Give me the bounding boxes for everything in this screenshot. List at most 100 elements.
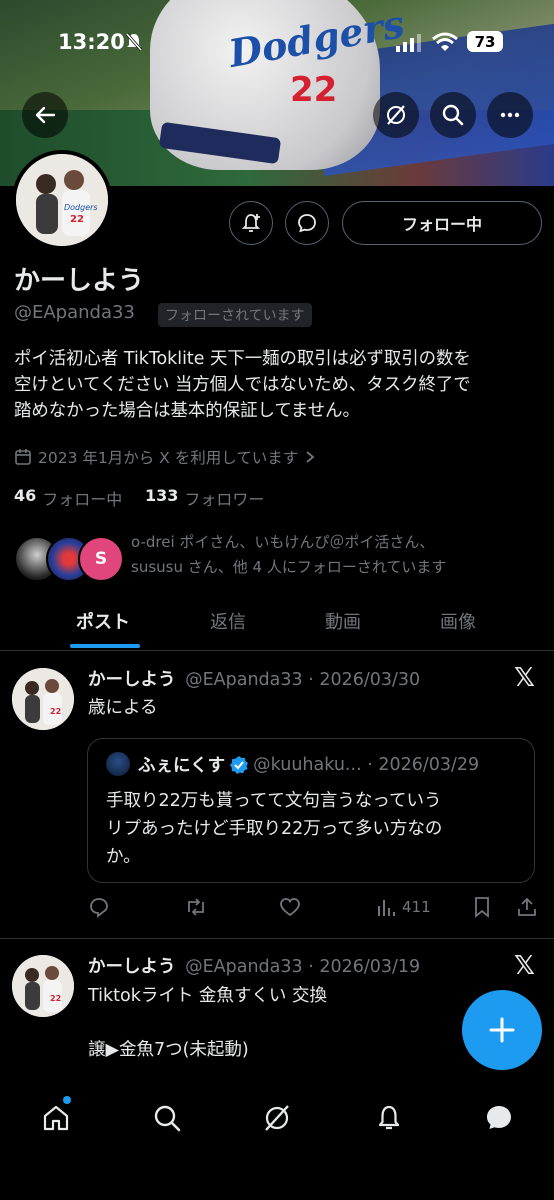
grok-button[interactable] <box>373 92 419 138</box>
grok-icon <box>265 1105 289 1131</box>
post-author-name: かーしよう <box>88 670 176 690</box>
arrow-left-icon <box>35 106 56 124</box>
following-count: 46 <box>14 486 37 505</box>
share-icon <box>518 897 536 916</box>
status-time: 13:20 <box>58 30 125 54</box>
quoted-text-line: リプあったけど手取り22万って多い方なの <box>106 819 443 839</box>
repost-icon <box>188 898 204 916</box>
post-divider <box>0 938 554 939</box>
handle: @EApanda33 <box>14 302 135 323</box>
back-button[interactable] <box>22 92 68 138</box>
post-text: Tiktokライト 金魚すくい 交換 <box>88 986 327 1006</box>
joined-date: 2023 年1月から X を利用しています <box>38 449 299 467</box>
followers-count: 133 <box>145 486 179 505</box>
quoted-author-name: ふぇにくす <box>138 756 226 776</box>
tab-replies[interactable]: 返信 <box>210 608 246 634</box>
svg-text:22: 22 <box>50 707 61 716</box>
message-button[interactable] <box>285 201 329 245</box>
following-button-label: フォロー中 <box>401 215 482 234</box>
followers-count-link[interactable]: 133 フォロワー <box>145 486 264 510</box>
plus-icon <box>489 1017 515 1043</box>
post-handle-date: @EApanda33 · 2026/03/19 <box>185 957 421 977</box>
active-tab-indicator <box>70 644 140 648</box>
nav-messages[interactable] <box>479 1098 519 1138</box>
post-author-name: かーしよう <box>88 957 176 977</box>
svg-text:22: 22 <box>50 994 61 1003</box>
search-icon <box>154 1105 181 1132</box>
following-count-link[interactable]: 46 フォロー中 <box>14 486 122 510</box>
wifi-icon <box>432 32 458 51</box>
repost-button[interactable] <box>184 896 208 918</box>
x-logo-icon: 𝕏 <box>514 663 535 693</box>
more-button[interactable] <box>487 92 533 138</box>
mutual-line: o-drei ポイさん、いもけんぴ＠ポイ活さん、 <box>131 533 435 551</box>
display-name: かーしよう <box>14 266 145 296</box>
messages-icon <box>487 1106 511 1129</box>
post-header: かーしよう @EApanda33 · 2026/03/30 <box>88 666 420 691</box>
quoted-text-line: 手取り22万も貰ってて文句言うなっていう <box>106 791 442 811</box>
reply-button[interactable] <box>88 896 110 918</box>
views-count: 411 <box>402 898 431 916</box>
mutual-avatar: S <box>78 536 124 582</box>
nav-search[interactable] <box>147 1098 187 1138</box>
reply-icon <box>90 898 108 918</box>
tab-images[interactable]: 画像 <box>440 608 476 634</box>
calendar-icon <box>15 449 31 465</box>
signal-icon <box>396 34 421 52</box>
views-button[interactable]: 411 <box>376 896 431 918</box>
post-text: 譲▶金魚7つ(未起動) <box>88 1040 249 1060</box>
nav-grok[interactable] <box>257 1098 297 1138</box>
bio-line: 空けといてください 当方個人ではないため、タスク終了で <box>14 375 471 395</box>
bookmark-icon <box>475 897 489 918</box>
bio: ポイ活初心者 TikToklite 天下一麺の取引は必ず取引の数を 空けといてく… <box>14 346 550 424</box>
nav-notifications[interactable] <box>369 1098 409 1138</box>
svg-text:Dodgers: Dodgers <box>64 203 98 212</box>
quoted-text: 手取り22万も貰ってて文句言うなっていう リプあったけど手取り22万って多い方な… <box>106 787 442 871</box>
bottom-nav <box>0 1078 554 1200</box>
silent-bell-icon <box>125 33 143 51</box>
followers-label: フォロワー <box>184 490 265 509</box>
post-avatar[interactable]: 22 <box>12 955 74 1017</box>
chevron-right-icon <box>306 451 315 463</box>
grok-icon <box>387 105 405 125</box>
following-label: フォロー中 <box>42 490 123 509</box>
avatar-image: Dodgers 22 <box>16 154 108 246</box>
compose-button[interactable] <box>462 990 542 1070</box>
bell-plus-icon <box>241 214 261 232</box>
tab-videos[interactable]: 動画 <box>325 608 361 634</box>
bio-line: ポイ活初心者 TikToklite 天下一麺の取引は必ず取引の数を <box>14 349 471 369</box>
home-notification-dot <box>63 1096 71 1104</box>
avatar-image: 22 <box>12 668 74 730</box>
profile-avatar[interactable]: Dodgers 22 <box>12 150 112 250</box>
bell-icon <box>378 1105 400 1130</box>
tab-posts[interactable]: ポスト <box>76 608 130 634</box>
avatar-image: 22 <box>12 955 74 1017</box>
post-handle-date: @EApanda33 · 2026/03/30 <box>185 670 421 690</box>
search-button[interactable] <box>430 92 476 138</box>
search-icon <box>442 104 464 126</box>
tabs-divider <box>0 650 554 651</box>
post-avatar[interactable]: 22 <box>12 668 74 730</box>
x-logo-icon: 𝕏 <box>514 951 535 981</box>
share-button[interactable] <box>516 896 538 918</box>
post-text: 歳による <box>88 698 158 718</box>
views-icon <box>378 900 395 916</box>
joined-row[interactable]: 2023 年1月から X を利用しています <box>14 446 316 468</box>
bookmark-button[interactable] <box>472 896 492 918</box>
like-button[interactable] <box>279 896 301 918</box>
following-button[interactable]: フォロー中 <box>342 201 542 245</box>
post-header: かーしよう @EApanda33 · 2026/03/19 <box>88 953 420 978</box>
mutual-followers-text[interactable]: o-drei ポイさん、いもけんぴ＠ポイ活さん、 sususu さん、他 4 人… <box>131 530 446 580</box>
nav-home[interactable] <box>36 1098 76 1138</box>
heart-icon <box>280 898 300 917</box>
quoted-avatar <box>106 752 130 776</box>
mutual-line: sususu さん、他 4 人にフォローされています <box>131 558 447 576</box>
mutual-avatars[interactable]: S <box>14 536 124 582</box>
verified-badge-icon <box>230 755 249 774</box>
notify-button[interactable] <box>229 201 273 245</box>
quoted-handle-date: @kuuhaku... · 2026/03/29 <box>253 754 480 775</box>
bio-line: 踏めなかった場合は基本的保証してません。 <box>14 401 360 421</box>
more-icon <box>500 112 520 118</box>
follows-you-badge: フォローされています <box>158 303 312 327</box>
svg-text:22: 22 <box>70 214 84 225</box>
